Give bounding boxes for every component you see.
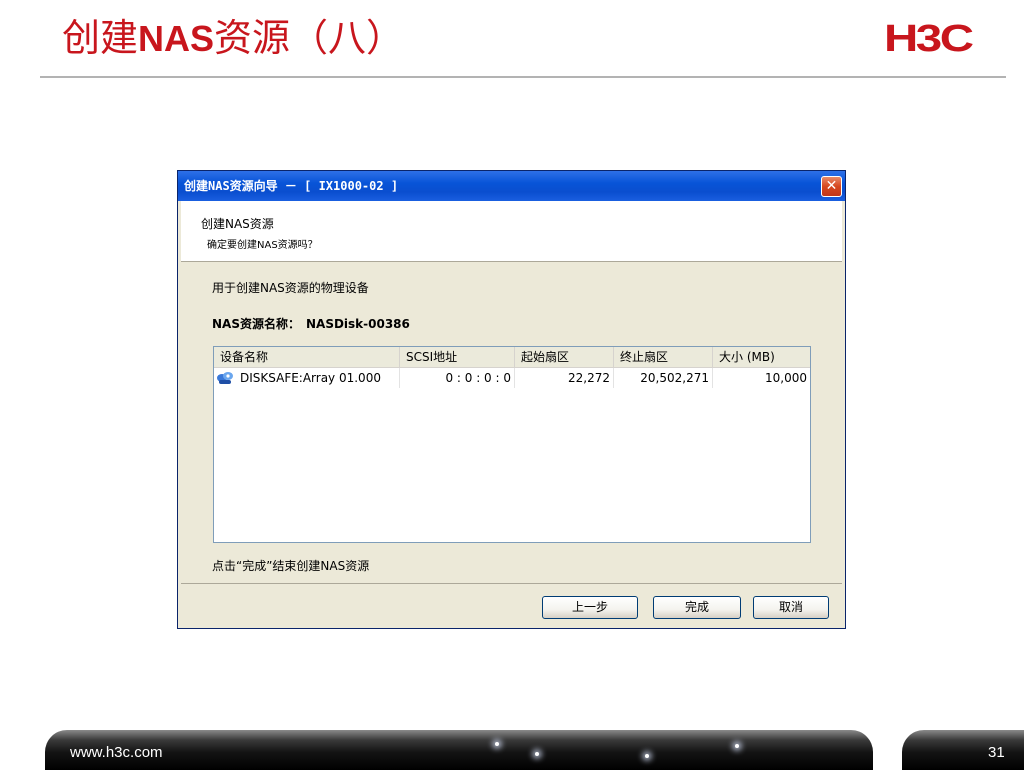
dialog-titlebar[interactable]: 创建NAS资源向导 － [ IX1000-02 ] ✕ <box>178 171 845 201</box>
slide-title-suffix: 资源（八） <box>214 16 405 60</box>
page-number: 31 <box>988 744 1005 761</box>
close-icon: ✕ <box>825 178 838 194</box>
resource-name-value: NASDisk-00386 <box>305 317 410 331</box>
disk-device-icon <box>217 372 233 384</box>
cell-size: 10,000 <box>765 371 807 385</box>
cell-device-name: DISKSAFE:Array 01.000 <box>214 368 400 388</box>
cell-end-sector: 20,502,271 <box>614 368 713 388</box>
cell-start-sector: 22,272 <box>515 368 614 388</box>
wizard-step-subtitle: 确定要创建NAS资源吗？ <box>207 240 318 251</box>
column-start-sector[interactable]: 起始扇区 <box>515 347 614 367</box>
create-nas-wizard-dialog: 创建NAS资源向导 － [ IX1000-02 ] ✕ 创建NAS资源 确定要创… <box>177 170 846 629</box>
finish-button[interactable]: 完成 <box>653 596 741 619</box>
column-end-sector[interactable]: 终止扇区 <box>614 347 713 367</box>
previous-button[interactable]: 上一步 <box>542 596 638 619</box>
slide-title: 创建NAS资源（八） <box>62 12 404 65</box>
button-separator <box>181 583 842 584</box>
footer-light-streak <box>495 742 499 746</box>
dialog-title: 创建NAS资源向导 － [ IX1000-02 ] <box>184 179 399 193</box>
title-divider <box>40 76 1006 78</box>
footer-light-streak <box>535 752 539 756</box>
cell-scsi-address: 0 : 0 : 0 : 0 <box>400 368 515 388</box>
device-list-header: 设备名称 SCSI地址 起始扇区 终止扇区 大小 (MB) <box>214 347 810 368</box>
footer-light-streak <box>645 754 649 758</box>
column-size[interactable]: 大小 (MB) <box>713 347 810 367</box>
column-device-name[interactable]: 设备名称 <box>214 347 400 367</box>
h3c-logo: H3C <box>884 18 974 60</box>
finish-hint: 点击“完成”结束创建NAS资源 <box>212 559 370 573</box>
footer-bar <box>45 730 873 770</box>
device-list[interactable]: 设备名称 SCSI地址 起始扇区 终止扇区 大小 (MB) DISKSAFE:A… <box>213 346 811 543</box>
footer-url: www.h3c.com <box>70 744 163 761</box>
device-description: 用于创建NAS资源的物理设备 <box>212 281 369 295</box>
resource-name-row: NAS资源名称： NASDisk-00386 <box>212 315 416 332</box>
slide-title-nas: NAS <box>138 18 215 59</box>
footer-page-tab <box>902 730 1024 770</box>
resource-name-label: NAS资源名称： <box>212 317 300 331</box>
column-scsi-address[interactable]: SCSI地址 <box>400 347 515 367</box>
close-button[interactable]: ✕ <box>821 176 842 197</box>
wizard-step-title: 创建NAS资源 <box>201 217 274 231</box>
device-name-text: DISKSAFE:Array 01.000 <box>240 371 381 385</box>
table-row[interactable]: DISKSAFE:Array 01.000 0 : 0 : 0 : 0 22,2… <box>214 368 810 388</box>
footer-light-streak <box>735 744 739 748</box>
slide-title-prefix: 创建 <box>62 16 139 60</box>
wizard-header-pane: 创建NAS资源 确定要创建NAS资源吗？ <box>181 201 842 262</box>
cancel-button[interactable]: 取消 <box>753 596 829 619</box>
